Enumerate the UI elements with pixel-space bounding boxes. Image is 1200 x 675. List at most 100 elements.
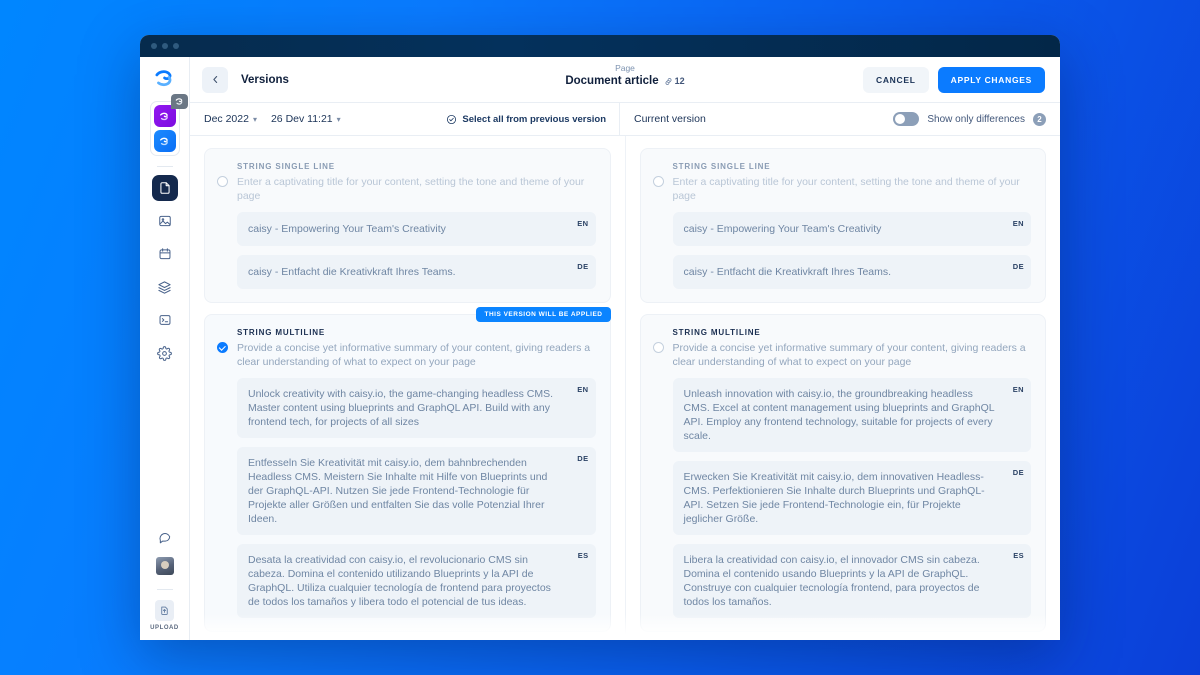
field-type-label: STRING SINGLE LINE <box>237 162 335 171</box>
document-kicker: Page <box>615 63 635 73</box>
main-area: Versions Page Document article 12 CANCEL… <box>190 57 1060 640</box>
card-header: STRING SINGLE LINE Enter a captivating ti… <box>652 162 1031 289</box>
sidebar-item-assets[interactable] <box>152 208 178 234</box>
chevron-down-icon: ▾ <box>336 114 341 124</box>
version-card[interactable]: STRING MULTILINE Provide a concise yet in… <box>639 314 1046 632</box>
field-description: Enter a captivating title for your conte… <box>672 176 1020 202</box>
field-type-label: STRING SINGLE LINE <box>672 162 771 171</box>
version-radio[interactable] <box>217 176 228 187</box>
field-description: Enter a captivating title for your conte… <box>237 176 585 202</box>
sidebar-item-blueprints[interactable] <box>152 274 178 300</box>
select-all-previous-button[interactable]: Select all from previous version <box>446 114 606 125</box>
month-select[interactable]: Dec 2022 ▾ <box>204 113 257 125</box>
locale-value-field[interactable]: EN caisy - Empowering Your Team's Creativ… <box>672 212 1031 246</box>
app-window: UPLOAD Versions Page Document article 12… <box>140 35 1060 640</box>
window-maximize-dot[interactable] <box>173 43 179 49</box>
cancel-button[interactable]: CANCEL <box>863 66 929 93</box>
avatar[interactable] <box>155 557 174 575</box>
caisy-mini-icon <box>170 94 188 109</box>
sidebar-divider-bottom <box>156 589 173 590</box>
language-badge: DE <box>1012 262 1024 271</box>
card-header-text: STRING SINGLE LINE Enter a captivating ti… <box>237 162 596 289</box>
link-count-chip: 12 <box>664 76 685 86</box>
locale-value-field[interactable]: DE Erwecken Sie Kreativität mit caisy.io,… <box>672 461 1031 535</box>
language-badge: EN <box>577 219 589 228</box>
card-header: STRING MULTILINE Provide a concise yet in… <box>652 328 1031 618</box>
locale-value-field[interactable]: DE caisy - Entfacht die Kreativkraft Ihre… <box>237 255 596 289</box>
locale-value-text: caisy - Empowering Your Team's Creativit… <box>248 223 446 235</box>
upload-button[interactable]: UPLOAD <box>150 600 179 631</box>
field-description: Provide a concise yet informative summar… <box>237 342 591 368</box>
version-radio[interactable] <box>217 342 228 353</box>
field-description: Provide a concise yet informative summar… <box>672 342 1026 368</box>
apply-changes-button[interactable]: APPLY CHANGES <box>937 66 1045 93</box>
language-badge: EN <box>1012 219 1024 228</box>
window-titlebar <box>140 35 1060 57</box>
sidebar-item-comments[interactable] <box>152 524 178 550</box>
show-differences-label: Show only differences <box>927 113 1025 125</box>
project-switcher[interactable] <box>149 94 188 156</box>
page-title: Versions <box>241 73 289 86</box>
language-badge: ES <box>1013 551 1024 560</box>
current-version-label: Current version <box>634 113 706 125</box>
project-tile-blue[interactable] <box>153 130 176 152</box>
locale-value-field[interactable]: DE caisy - Entfacht die Kreativkraft Ihre… <box>672 255 1031 289</box>
sidebar-item-graphql[interactable] <box>152 307 178 333</box>
language-badge: DE <box>577 454 589 463</box>
show-differences-toggle[interactable] <box>893 112 920 126</box>
document-name: Document article <box>565 75 659 87</box>
show-differences-control[interactable]: Show only differences 2 <box>893 112 1046 126</box>
sidebar-divider <box>156 166 173 167</box>
locale-value-text: Erwecken Sie Kreativität mit caisy.io, d… <box>683 471 985 525</box>
version-card[interactable]: STRING SINGLE LINE Enter a captivating ti… <box>639 148 1046 303</box>
locale-value-text: caisy - Entfacht die Kreativkraft Ihres … <box>248 266 456 278</box>
card-header-text: STRING SINGLE LINE Enter a captivating ti… <box>672 162 1031 289</box>
previous-version-pane: STRING SINGLE LINE Enter a captivating ti… <box>190 136 625 640</box>
locale-value-field[interactable]: DE Entfesseln Sie Kreativität mit caisy.i… <box>237 447 596 535</box>
window-minimize-dot[interactable] <box>162 43 168 49</box>
time-select[interactable]: 26 Dev 11:21 ▾ <box>271 113 341 125</box>
version-card[interactable]: STRING SINGLE LINE Enter a captivating ti… <box>204 148 611 303</box>
locale-value-text: Unlock creativity with caisy.io, the gam… <box>248 388 554 428</box>
locale-value-text: Libera la creatividad con caisy.io, el i… <box>683 554 980 608</box>
version-radio[interactable] <box>652 342 664 353</box>
back-button[interactable] <box>202 66 228 93</box>
locale-value-field[interactable]: EN caisy - Empowering Your Team's Creativ… <box>237 212 596 246</box>
app-sidebar: UPLOAD <box>140 57 190 640</box>
locale-value-field[interactable]: EN Unlock creativity with caisy.io, the g… <box>237 378 596 438</box>
field-type-label: STRING MULTILINE <box>672 328 761 337</box>
locale-value-text: Desata la creatividad con caisy.io, el r… <box>248 554 551 608</box>
version-card[interactable]: THIS VERSION WILL BE APPLIED STRING MULTI… <box>204 307 611 632</box>
versions-toolbar: Dec 2022 ▾ 26 Dev 11:21 ▾ Select all fro… <box>190 103 1060 136</box>
current-version-pane: STRING SINGLE LINE Enter a captivating ti… <box>624 136 1061 640</box>
window-controls[interactable] <box>151 43 179 49</box>
link-count-value: 12 <box>674 76 685 86</box>
diff-panes: STRING SINGLE LINE Enter a captivating ti… <box>190 136 1060 640</box>
locale-value-text: caisy - Entfacht die Kreativkraft Ihres … <box>683 266 892 278</box>
window-close-dot[interactable] <box>151 43 157 49</box>
version-radio[interactable] <box>652 176 664 187</box>
chevron-down-icon: ▾ <box>252 114 257 124</box>
check-circle-icon <box>447 114 457 124</box>
sidebar-item-documents[interactable] <box>151 175 178 201</box>
caisy-logo-icon[interactable] <box>152 66 178 92</box>
language-badge: DE <box>1012 468 1024 477</box>
sidebar-item-calendar[interactable] <box>152 241 178 267</box>
page-header: Versions Page Document article 12 CANCEL… <box>190 57 1060 103</box>
locale-value-field[interactable]: EN Unleash innovation with caisy.io, the … <box>672 378 1031 452</box>
language-badge: ES <box>577 551 589 560</box>
language-badge: EN <box>1012 385 1024 394</box>
header-actions: CANCEL APPLY CHANGES <box>863 66 1045 93</box>
locale-value-text: caisy - Empowering Your Team's Creativit… <box>683 223 882 235</box>
toolbar-left: Dec 2022 ▾ 26 Dev 11:21 ▾ Select all fro… <box>190 103 620 135</box>
language-badge: EN <box>577 385 589 394</box>
month-select-value: Dec 2022 <box>204 113 249 125</box>
card-header-text: STRING MULTILINE Provide a concise yet in… <box>237 328 596 618</box>
locale-value-field[interactable]: ES Libera la creatividad con caisy.io, el… <box>672 544 1031 618</box>
locale-value-field[interactable]: ES Desata la creatividad con caisy.io, el… <box>237 544 596 618</box>
language-badge: DE <box>577 262 589 271</box>
card-header-text: STRING MULTILINE Provide a concise yet in… <box>672 328 1031 618</box>
differences-count-badge: 2 <box>1033 112 1046 126</box>
applied-ribbon: THIS VERSION WILL BE APPLIED <box>476 307 611 322</box>
sidebar-item-settings[interactable] <box>152 340 178 366</box>
